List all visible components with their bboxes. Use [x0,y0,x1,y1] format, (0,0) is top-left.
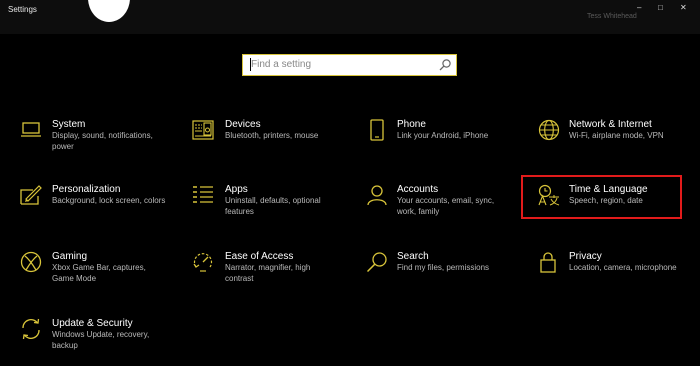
tile-description: Wi-Fi, airplane mode, VPN [569,131,664,140]
highlight-box [521,175,682,219]
tile-title: Search [397,251,429,262]
minimize-button[interactable]: – [637,4,641,12]
tile-description: Your accounts, email, sync, work, family [397,196,495,216]
sync-arrows-icon [22,318,40,340]
laptop-icon [21,122,41,137]
search-input[interactable] [243,55,441,74]
tile-description: Uninstall, defaults, optional features [225,196,321,216]
tile-devices[interactable]: Devices Bluetooth, printers, mouse [192,119,352,167]
avatar[interactable] [88,0,130,22]
tile-update-security[interactable]: Update & Security Windows Update, recove… [20,318,180,366]
keyboard-speaker-icon [192,120,214,140]
maximize-button[interactable]: □ [658,4,663,12]
search-icon[interactable] [438,58,452,72]
tile-system[interactable]: System Display, sound, notifications, po… [20,119,180,167]
tile-description: Display, sound, notifications, power [52,131,153,151]
tile-apps[interactable]: Apps Uninstall, defaults, optional featu… [192,184,352,232]
ease-of-access-icon [193,253,213,272]
tile-title: Network & Internet [569,119,652,130]
tile-gaming[interactable]: Gaming Xbox Game Bar, captures, Game Mod… [20,251,180,299]
xbox-icon [20,251,42,273]
title-bar: Settings Tess Whitehead – □ ✕ [0,0,700,34]
close-button[interactable]: ✕ [680,4,687,12]
tile-title: Update & Security [52,318,133,329]
lock-icon [540,252,556,273]
tile-search[interactable]: Search Find my files, permissions [366,251,526,299]
tile-description: Bluetooth, printers, mouse [225,131,319,140]
tile-description: Narrator, magnifier, high contrast [225,263,311,283]
tile-description: Location, camera, microphone [569,263,677,272]
paint-icon [20,185,42,205]
user-name[interactable]: Tess Whitehead [587,13,637,20]
tile-title: Apps [225,184,248,195]
tile-network[interactable]: Network & Internet Wi-Fi, airplane mode,… [538,119,698,167]
tile-description: Background, lock screen, colors [52,196,166,205]
tile-description: Find my files, permissions [397,263,490,272]
tile-title: Phone [397,119,426,130]
tile-title: Devices [225,119,261,130]
phone-icon [370,119,384,141]
tile-title: Privacy [569,251,602,262]
tile-title: Personalization [52,184,121,195]
tile-title: Accounts [397,184,439,195]
tile-accounts[interactable]: Accounts Your accounts, email, sync, wor… [366,184,526,232]
tile-title: Ease of Access [225,251,294,262]
search-box[interactable] [242,54,457,76]
app-title: Settings [8,5,37,14]
tile-description: Xbox Game Bar, captures, Game Mode [52,263,146,283]
tile-phone[interactable]: Phone Link your Android, iPhone [366,119,526,167]
tile-title: System [52,119,86,130]
tile-description: Link your Android, iPhone [397,131,489,140]
tile-title: Gaming [52,251,88,262]
magnifier-icon [366,252,387,273]
globe-icon [538,119,560,141]
apps-list-icon [193,186,213,203]
person-icon [367,185,387,206]
tile-description: Windows Update, recovery, backup [52,330,150,350]
text-caret [250,58,251,71]
tile-privacy[interactable]: Privacy Location, camera, microphone [538,251,698,299]
tile-personalization[interactable]: Personalization Background, lock screen,… [20,184,180,232]
tile-ease-of-access[interactable]: Ease of Access Narrator, magnifier, high… [192,251,352,299]
